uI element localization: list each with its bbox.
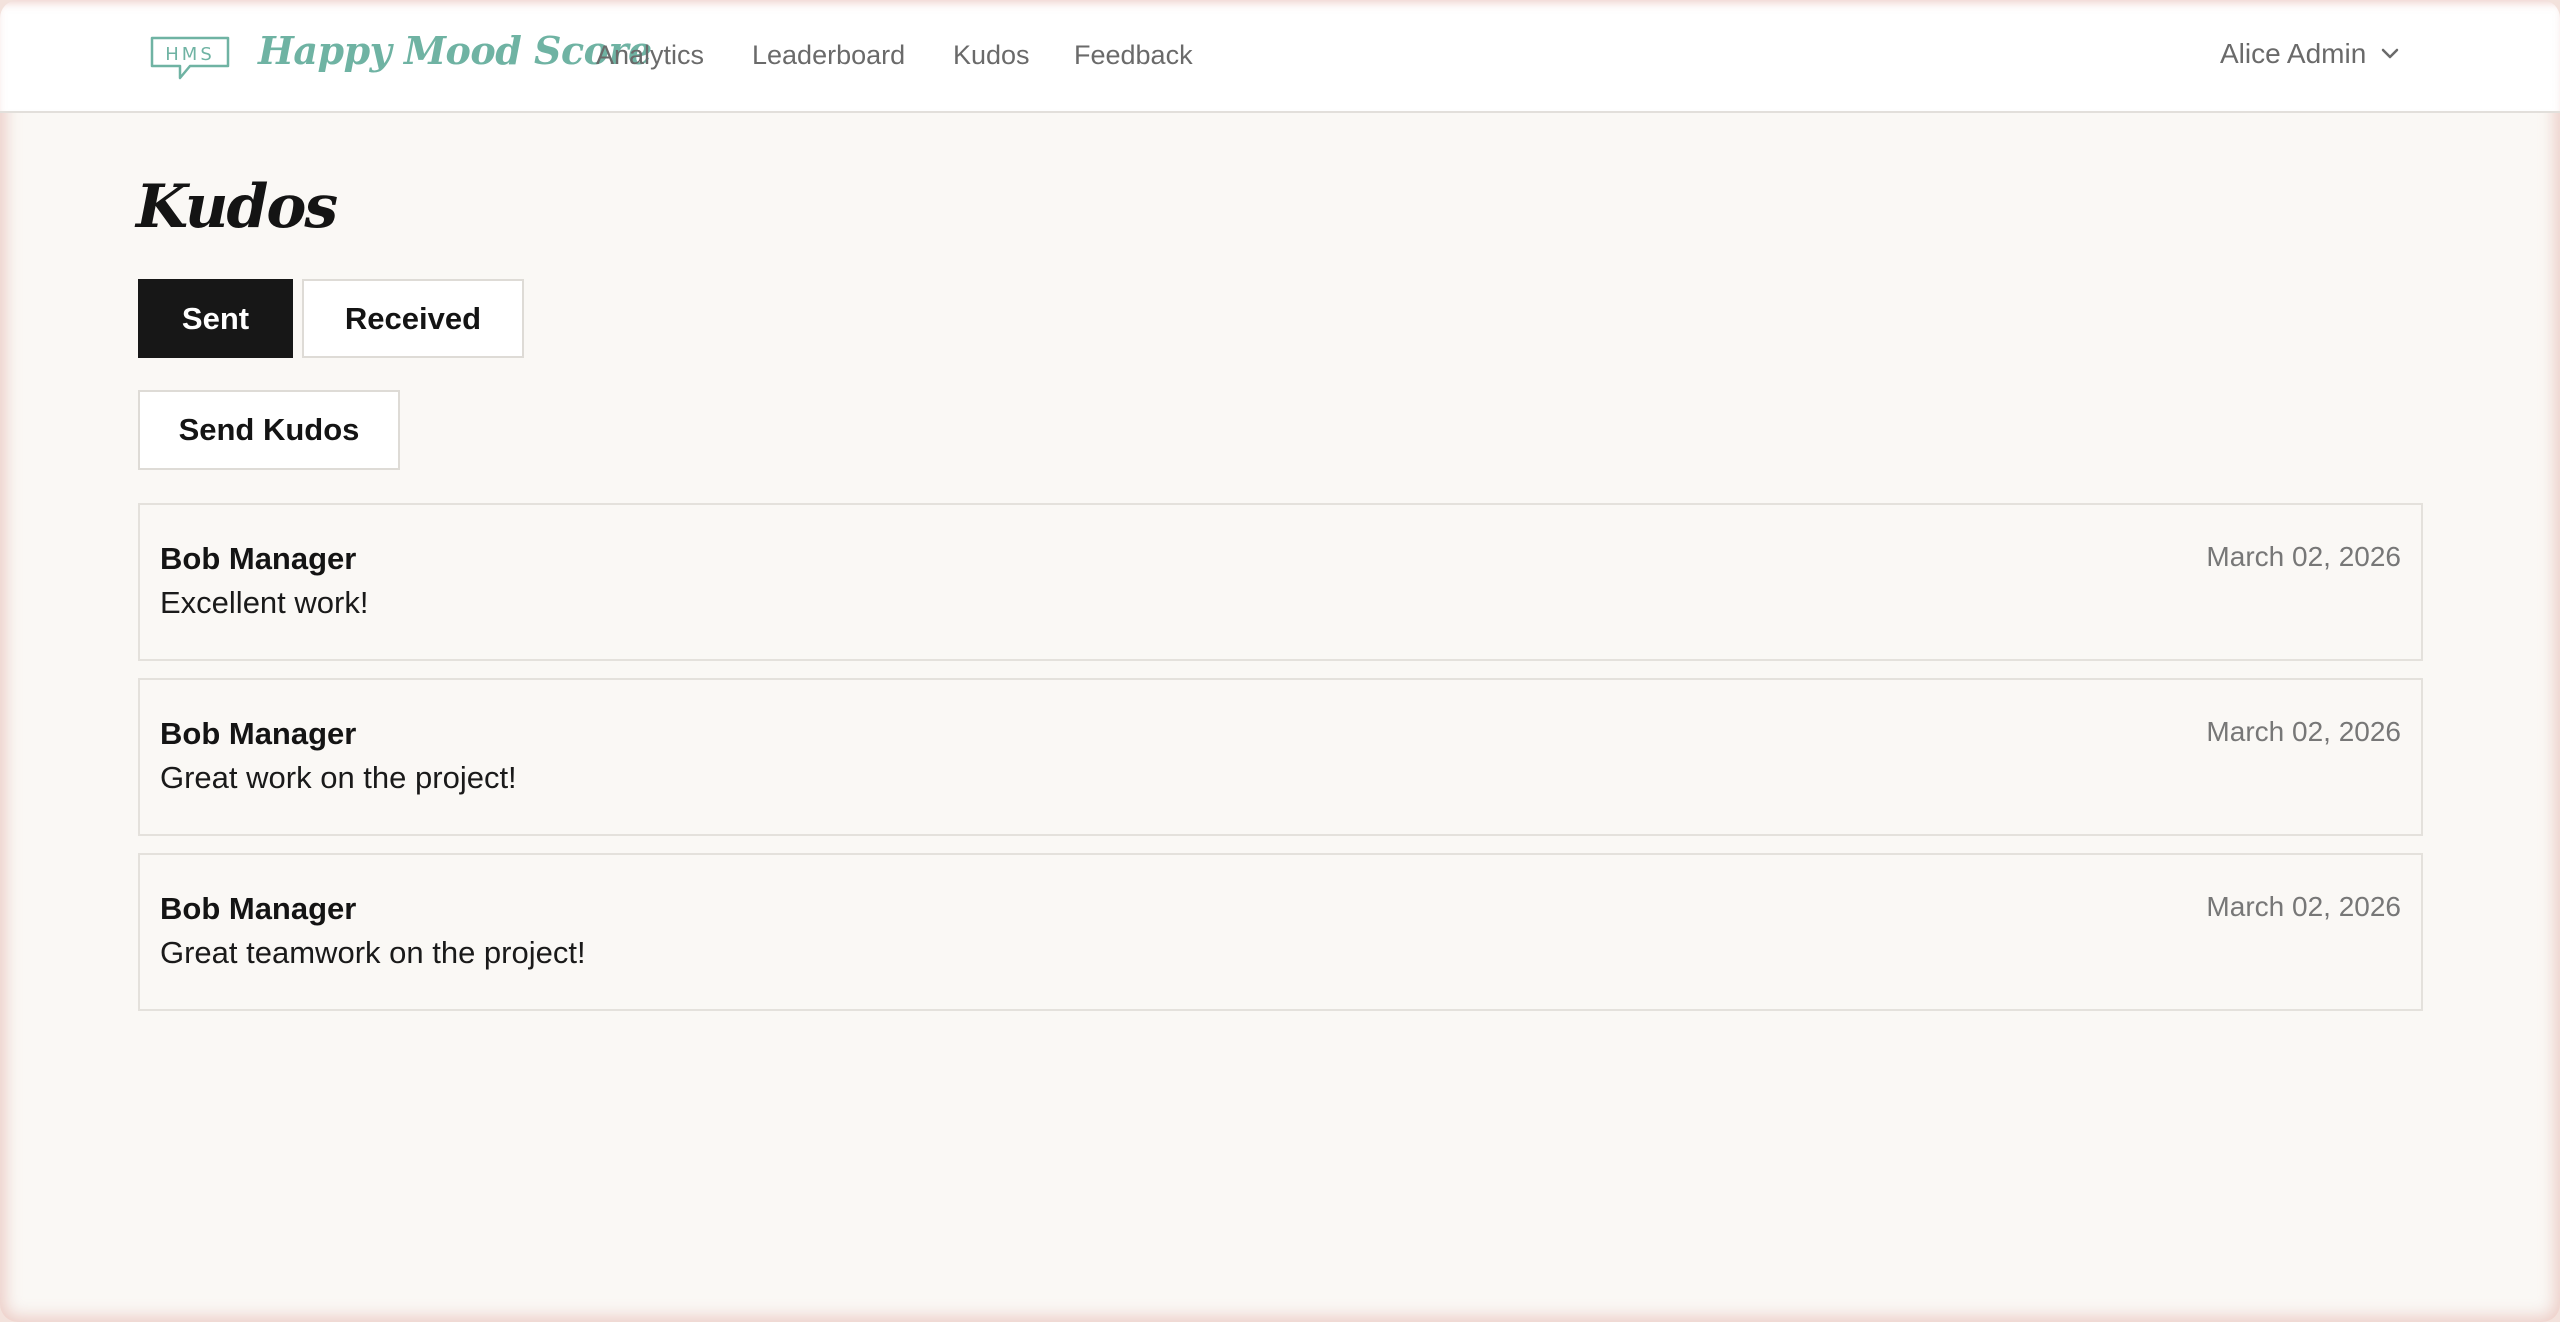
user-menu[interactable]: Alice Admin (2220, 38, 2400, 70)
kudos-recipient: Bob Manager (160, 541, 357, 576)
brand-name[interactable]: Happy Mood Score (258, 28, 652, 73)
kudos-recipient: Bob Manager (160, 716, 357, 751)
tab-sent[interactable]: Sent (138, 279, 293, 358)
nav-analytics[interactable]: Analytics (596, 40, 704, 71)
tab-received[interactable]: Received (302, 279, 524, 358)
kudos-date: March 02, 2026 (2206, 891, 2401, 922)
send-kudos-button[interactable]: Send Kudos (138, 390, 400, 470)
nav-kudos[interactable]: Kudos (953, 40, 1030, 71)
user-name: Alice Admin (2220, 38, 2367, 69)
hms-logo[interactable]: HMS (150, 36, 230, 80)
kudos-message: Excellent work! (160, 585, 369, 620)
kudos-card: Bob Manager Great work on the project! M… (138, 678, 2423, 836)
nav-feedback[interactable]: Feedback (1074, 40, 1193, 71)
kudos-date: March 02, 2026 (2206, 716, 2401, 747)
kudos-card: Bob Manager Excellent work! March 02, 20… (138, 503, 2423, 661)
svg-text:HMS: HMS (165, 44, 215, 65)
kudos-message: Great work on the project! (160, 760, 517, 795)
nav-leaderboard[interactable]: Leaderboard (752, 40, 905, 71)
kudos-date: March 02, 2026 (2206, 541, 2401, 572)
app-window: HMS Happy Mood Score Analytics Leaderboa… (0, 0, 2560, 1322)
page-title: Kudos (136, 172, 338, 242)
kudos-message: Great teamwork on the project! (160, 935, 586, 970)
kudos-card: Bob Manager Great teamwork on the projec… (138, 853, 2423, 1011)
chevron-down-icon (2382, 48, 2399, 59)
top-nav-bar: HMS Happy Mood Score Analytics Leaderboa… (0, 0, 2560, 113)
kudos-recipient: Bob Manager (160, 891, 357, 926)
